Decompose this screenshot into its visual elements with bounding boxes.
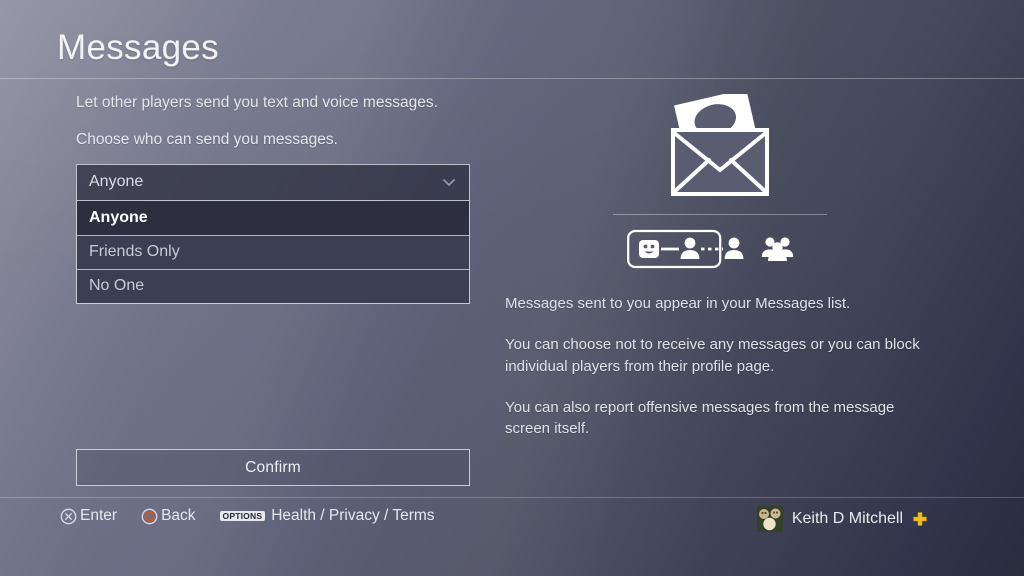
cross-button-icon [60,508,77,524]
user-profile[interactable]: Keith D Mitchell [756,506,928,532]
ps-plus-icon [913,512,927,526]
confirm-button[interactable]: Confirm [76,449,470,486]
header-divider [0,78,1024,79]
right-paragraph-2: You can choose not to receive any messag… [505,336,920,375]
choose-prompt: Choose who can send you messages. [76,131,338,149]
dropdown-options-list[interactable]: Anyone Friends Only No One [76,200,470,304]
hint-health-privacy-terms[interactable]: OPTIONS Health / Privacy / Terms [219,507,435,525]
dropdown-option-no-one[interactable]: No One [77,268,469,303]
dropdown-option-friends-only[interactable]: Friends Only [77,234,469,269]
right-description-block: Messages sent to you appear in your Mess… [505,293,935,439]
privacy-scale-indicator [505,227,935,271]
dropdown-combobox[interactable]: Anyone [76,163,470,201]
page-title: Messages [57,28,219,67]
person-icon [680,237,700,259]
hint-back[interactable]: Back [141,507,196,525]
header-bar: Messages [0,0,1024,78]
right-paragraph-1: Messages sent to you appear in your Mess… [505,295,851,312]
hint-enter[interactable]: Enter [60,507,117,525]
dropdown-option-label: No One [89,277,145,295]
group-people-icon [761,237,794,261]
user-name: Keith D Mitchell [791,510,903,527]
confirm-button-label: Confirm [245,458,301,476]
ps-settings-screen: Messages Let other players send you text… [0,0,1024,576]
chevron-down-icon[interactable] [441,174,457,190]
privacy-scale-graphic [627,229,794,269]
hint-enter-label: Enter [80,507,118,524]
panel-divider [613,214,827,215]
dropdown-option-anyone[interactable]: Anyone [77,200,469,235]
avatar-image [756,506,783,532]
button-hints: Enter Back OPTIONS Health / Privacy / Te… [60,507,435,525]
circle-button-icon [141,508,158,524]
dropdown-selected-value: Anyone [89,173,144,191]
options-button-badge: OPTIONS [219,510,266,522]
envelope-message-icon [671,94,769,196]
person-icon [724,237,744,259]
right-paragraph-3: You can also report offensive messages f… [505,398,895,438]
dropdown-option-label: Anyone [89,208,148,226]
hint-back-label: Back [161,507,196,524]
footer-bar: Enter Back OPTIONS Health / Privacy / Te… [0,498,1024,576]
avatar[interactable] [756,506,783,532]
message-privacy-dropdown[interactable]: Anyone Anyone Friends Only No One [76,163,470,304]
hint-health-privacy-terms-label: Health / Privacy / Terms [271,507,435,524]
smiley-face-icon [639,240,659,258]
settings-left-column: Let other players send you text and voic… [76,92,472,304]
dropdown-option-label: Friends Only [89,243,180,261]
intro-description: Let other players send you text and voic… [76,94,438,111]
hero-icon-wrap [505,88,935,208]
settings-right-column: Messages sent to you appear in your Mess… [505,88,935,439]
